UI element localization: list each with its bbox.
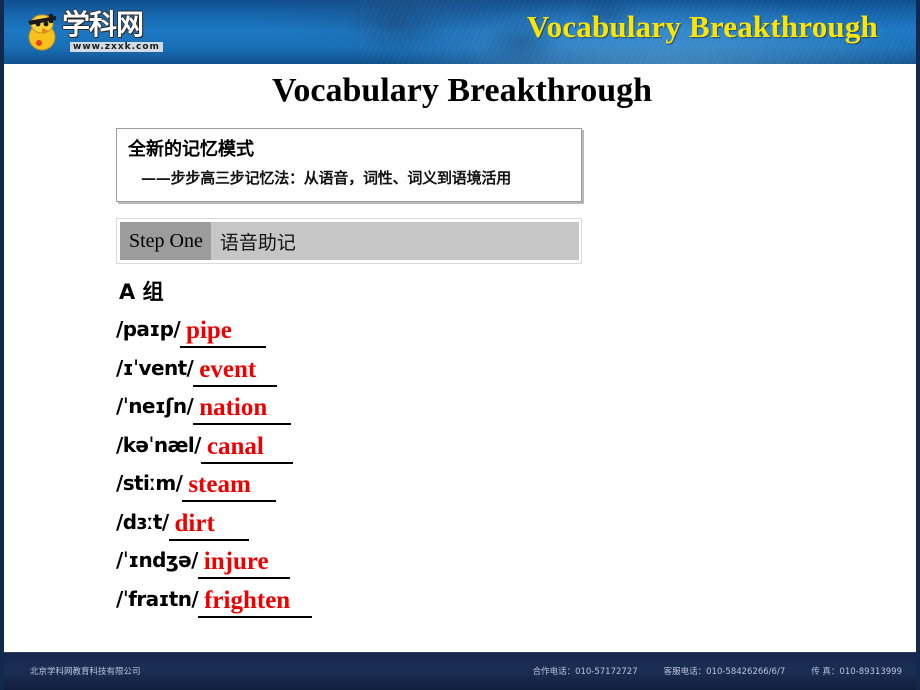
phonetic-transcription: /dɜːt/ (116, 509, 169, 534)
word-entry-row: /paɪp/pipe (116, 310, 616, 349)
answer-blank[interactable]: steam (182, 468, 277, 502)
phonetic-transcription: /ˈneɪʃn/ (116, 394, 194, 418)
site-logo[interactable]: 学科网 www.zxxk.com (22, 8, 170, 58)
presentation-slide: 学科网 www.zxxk.com Vocabulary Breakthrough… (0, 0, 920, 690)
answer-blank[interactable]: dirt (168, 507, 249, 541)
header-banner: 学科网 www.zxxk.com Vocabulary Breakthrough (4, 0, 916, 64)
answer-word: dirt (174, 509, 215, 537)
step-row: Step One 语音助记 (120, 222, 579, 260)
footer-contact-item: 客服电话：010-58426266/6/7 (663, 667, 786, 677)
chick-mascot-icon (28, 14, 56, 51)
footer-bar: 北京学科网教育科技有限公司 合作电话：010-57172727 客服电话：010-… (4, 652, 916, 690)
step-one-section: Step One 语音助记 (116, 218, 582, 264)
phonetic-transcription: /stiːm/ (116, 471, 183, 495)
answer-blank[interactable]: event (193, 353, 278, 387)
answer-word: frighten (204, 586, 291, 614)
answer-word: injure (203, 548, 269, 575)
answer-word: event (199, 355, 257, 383)
logo-url-text: www.zxxk.com (70, 42, 163, 52)
memory-mode-box: 全新的记忆模式 ——步步高三步记忆法：从语音，词性、词义到语境活用 (116, 128, 582, 202)
answer-blank[interactable]: canal (200, 430, 293, 464)
word-entry-row: /ˈɪndʒə/injure (116, 541, 616, 580)
answer-word: pipe (186, 317, 232, 344)
footer-company: 北京学科网教育科技有限公司 (30, 667, 141, 677)
word-entry-row: /dɜːt/dirt (116, 503, 616, 542)
memory-mode-subtitle: ——步步高三步记忆法：从语音，词性、词义到语境活用 (141, 169, 512, 187)
answer-blank[interactable]: injure (197, 545, 290, 579)
word-entry-row: /ˈneɪʃn/nation (116, 387, 616, 426)
banner-title: Vocabulary Breakthrough (526, 9, 878, 44)
phonetic-transcription: /ɪˈvent/ (116, 355, 194, 380)
slide-title: Vocabulary Breakthrough (271, 72, 653, 109)
footer-contacts: 合作电话：010-57172727 客服电话：010-58426266/6/7 传 … (533, 665, 902, 677)
word-entry-row: /kəˈnæl/canal (116, 426, 616, 465)
footer-contact-item: 合作电话：010-57172727 (532, 667, 638, 677)
word-list: /paɪp/pipe/ɪˈvent/event/ˈneɪʃn/nation/kə… (116, 310, 616, 618)
answer-blank[interactable]: frighten (198, 584, 313, 618)
phonetic-transcription: /ˈfraɪtn/ (116, 586, 199, 611)
word-entry-row: /ˈfraɪtn/frighten (116, 580, 616, 619)
answer-word: canal (206, 432, 264, 460)
phonetic-transcription: /ˈɪndʒə/ (116, 548, 198, 572)
answer-word: nation (199, 394, 268, 421)
memory-mode-title: 全新的记忆模式 (128, 139, 254, 160)
footer-contact-item: 传 真：010-89313999 (811, 667, 902, 677)
answer-word: steam (188, 471, 251, 498)
phonetic-transcription: /kəˈnæl/ (116, 432, 201, 457)
answer-blank[interactable]: nation (193, 391, 292, 425)
word-entry-row: /stiːm/steam (116, 464, 616, 503)
logo-text: 学科网 (62, 8, 144, 41)
group-heading: A 组 (119, 280, 164, 304)
phonetic-transcription: /paɪp/ (116, 317, 181, 341)
step-description: 语音助记 (210, 222, 579, 260)
step-label: Step One (120, 222, 211, 260)
answer-blank[interactable]: pipe (180, 314, 267, 348)
word-entry-row: /ɪˈvent/event (116, 349, 616, 388)
